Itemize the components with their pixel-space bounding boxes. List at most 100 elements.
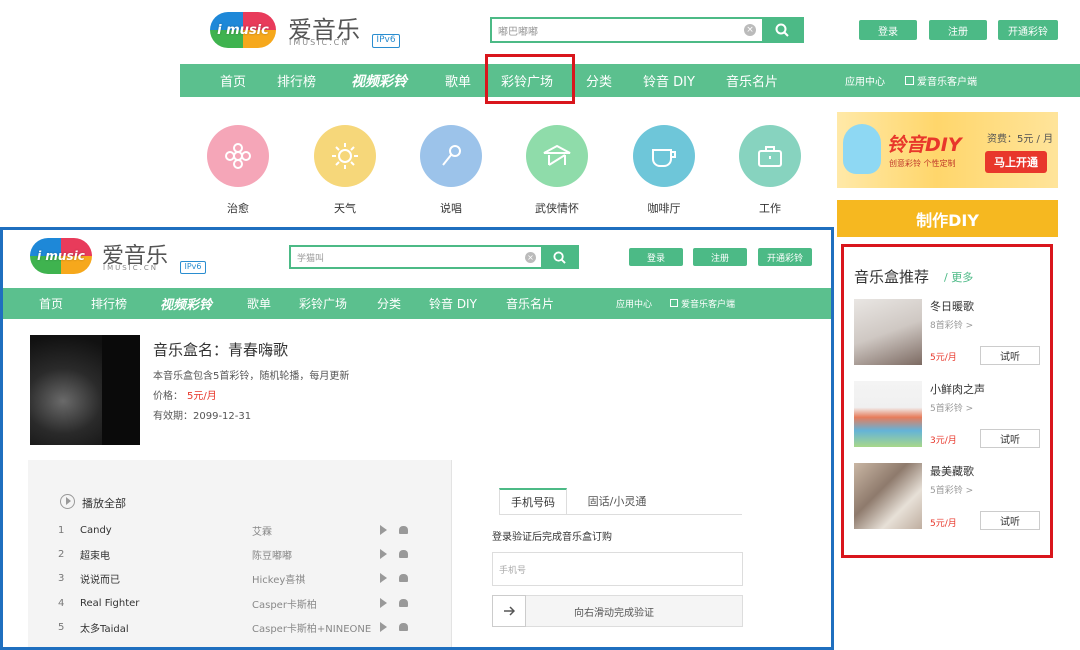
- category-wuxia[interactable]: [526, 125, 588, 187]
- bell-icon[interactable]: [399, 550, 408, 558]
- playlist-cover[interactable]: [854, 299, 922, 365]
- song-row[interactable]: 5太多TaidalCasper卡斯柏+NINEONE: [58, 615, 418, 639]
- song-row[interactable]: 3说说而已Hickey喜祺: [58, 566, 418, 590]
- nav-music-card[interactable]: 音乐名片: [506, 295, 554, 312]
- nav-ringtone-diy[interactable]: 铃音 DIY: [643, 71, 695, 90]
- bell-icon[interactable]: [399, 623, 408, 631]
- nav-video-ringtone[interactable]: 视频彩铃: [160, 294, 212, 313]
- banner-price: 资费：5元 / 月: [987, 130, 1053, 145]
- tab-landline[interactable]: 固话/小灵通: [577, 488, 657, 514]
- search-icon: [553, 251, 566, 264]
- register-button[interactable]: 注册: [929, 20, 987, 40]
- play-icon[interactable]: [380, 598, 387, 608]
- category-weather[interactable]: [314, 125, 376, 187]
- login-button[interactable]: 登录: [629, 248, 683, 266]
- song-title[interactable]: Real Fighter: [80, 598, 252, 609]
- music-box-price: 5元/月: [187, 387, 217, 402]
- bell-icon[interactable]: [399, 599, 408, 607]
- nav-playlist[interactable]: 歌单: [445, 71, 471, 90]
- category-cafe[interactable]: [633, 125, 695, 187]
- playlist-name[interactable]: 小鲜肉之声: [930, 381, 985, 397]
- playlist-count[interactable]: 8首彩铃 >: [930, 318, 973, 331]
- verify-instruction: 登录验证后完成音乐盒订购: [492, 528, 612, 543]
- search-input[interactable]: 学猫叫: [291, 251, 525, 264]
- imusic-logo-icon[interactable]: i music: [30, 238, 92, 274]
- play-icon[interactable]: [380, 549, 387, 559]
- song-row[interactable]: 4Real FighterCasper卡斯柏: [58, 591, 418, 615]
- imusic-logo-icon[interactable]: i music: [210, 12, 276, 48]
- slider-handle[interactable]: [492, 595, 526, 627]
- nav-ringtone-plaza[interactable]: 彩铃广场: [299, 295, 347, 312]
- nav-charts[interactable]: 排行榜: [91, 295, 127, 312]
- playlist-cover[interactable]: [854, 381, 922, 447]
- open-ringtone-button[interactable]: 开通彩铃: [758, 248, 812, 266]
- search-button[interactable]: [541, 246, 577, 268]
- tab-mobile[interactable]: 手机号码: [499, 488, 567, 514]
- song-title[interactable]: 超束电: [80, 547, 252, 562]
- playlist-price: 3元/月: [930, 433, 957, 446]
- song-artist[interactable]: 陈豆嘟嘟: [252, 547, 380, 562]
- start-now-button[interactable]: 马上开通: [985, 151, 1047, 173]
- nav-ringtone-diy[interactable]: 铃音 DIY: [429, 295, 477, 312]
- open-ringtone-button[interactable]: 开通彩铃: [998, 20, 1058, 40]
- nav-client[interactable]: 爱音乐客户端: [681, 297, 735, 310]
- category-label: 咖啡厅: [619, 200, 709, 216]
- search-input[interactable]: 嘟巴嘟嘟: [492, 23, 744, 38]
- playlist-name[interactable]: 冬日暖歌: [930, 298, 974, 314]
- nav-playlist[interactable]: 歌单: [247, 295, 271, 312]
- bell-icon[interactable]: [399, 574, 408, 582]
- nav-client[interactable]: 爱音乐客户端: [917, 73, 977, 88]
- play-icon[interactable]: [380, 622, 387, 632]
- play-all-button[interactable]: 播放全部: [82, 495, 126, 511]
- nav-home[interactable]: 首页: [220, 71, 246, 90]
- nav-video-ringtone[interactable]: 视频彩铃: [351, 71, 407, 91]
- nav-app-center[interactable]: 应用中心: [616, 297, 652, 310]
- song-artist[interactable]: 艾霖: [252, 523, 380, 538]
- search-bar: 嘟巴嘟嘟 ×: [490, 17, 804, 43]
- song-artist[interactable]: Casper卡斯柏: [252, 596, 380, 611]
- register-button[interactable]: 注册: [693, 248, 747, 266]
- nav-category[interactable]: 分类: [377, 295, 401, 312]
- diy-banner[interactable]: 铃音DIY 创意彩铃 个性定制 资费：5元 / 月 马上开通: [837, 112, 1058, 188]
- song-title[interactable]: Candy: [80, 525, 252, 536]
- tab-underline: [499, 514, 742, 515]
- banner-subtitle: 创意彩铃 个性定制: [889, 158, 956, 169]
- make-diy-button[interactable]: 制作DIY: [837, 200, 1058, 237]
- logo-badge-text: i music: [37, 249, 85, 263]
- preview-button[interactable]: 试听: [980, 429, 1040, 448]
- clear-icon[interactable]: ×: [525, 252, 536, 263]
- song-row[interactable]: 1Candy艾霖: [58, 518, 418, 542]
- playlist-count[interactable]: 5首彩铃 >: [930, 483, 973, 496]
- login-button[interactable]: 登录: [859, 20, 917, 40]
- recommend-more-link[interactable]: / 更多: [944, 269, 973, 285]
- search-icon: [775, 23, 789, 37]
- song-title[interactable]: 说说而已: [80, 571, 252, 586]
- song-artist[interactable]: Hickey喜祺: [252, 571, 380, 586]
- music-box-valid: 有效期：2099-12-31: [153, 407, 251, 422]
- bell-icon[interactable]: [399, 526, 408, 534]
- play-all-icon[interactable]: [60, 494, 75, 509]
- nav-charts[interactable]: 排行榜: [277, 71, 316, 90]
- recommend-title: 音乐盒推荐: [854, 266, 929, 287]
- play-icon[interactable]: [380, 525, 387, 535]
- preview-button[interactable]: 试听: [980, 346, 1040, 365]
- clear-icon[interactable]: ×: [744, 24, 756, 36]
- nav-home[interactable]: 首页: [39, 295, 63, 312]
- nav-category[interactable]: 分类: [586, 71, 612, 90]
- category-work[interactable]: [739, 125, 801, 187]
- playlist-count[interactable]: 5首彩铃 >: [930, 401, 973, 414]
- song-artist[interactable]: Casper卡斯柏+NINEONE: [252, 620, 380, 635]
- phone-input[interactable]: 手机号: [492, 552, 743, 586]
- song-title[interactable]: 太多Taidal: [80, 620, 252, 635]
- category-rap[interactable]: [420, 125, 482, 187]
- category-label: 说唱: [406, 200, 496, 216]
- category-healing[interactable]: [207, 125, 269, 187]
- nav-app-center[interactable]: 应用中心: [845, 73, 885, 88]
- play-icon[interactable]: [380, 573, 387, 583]
- playlist-cover[interactable]: [854, 463, 922, 529]
- song-row[interactable]: 2超束电陈豆嘟嘟: [58, 542, 418, 566]
- preview-button[interactable]: 试听: [980, 511, 1040, 530]
- nav-music-card[interactable]: 音乐名片: [726, 71, 778, 90]
- search-button[interactable]: [762, 18, 802, 42]
- playlist-name[interactable]: 最美藏歌: [930, 463, 974, 479]
